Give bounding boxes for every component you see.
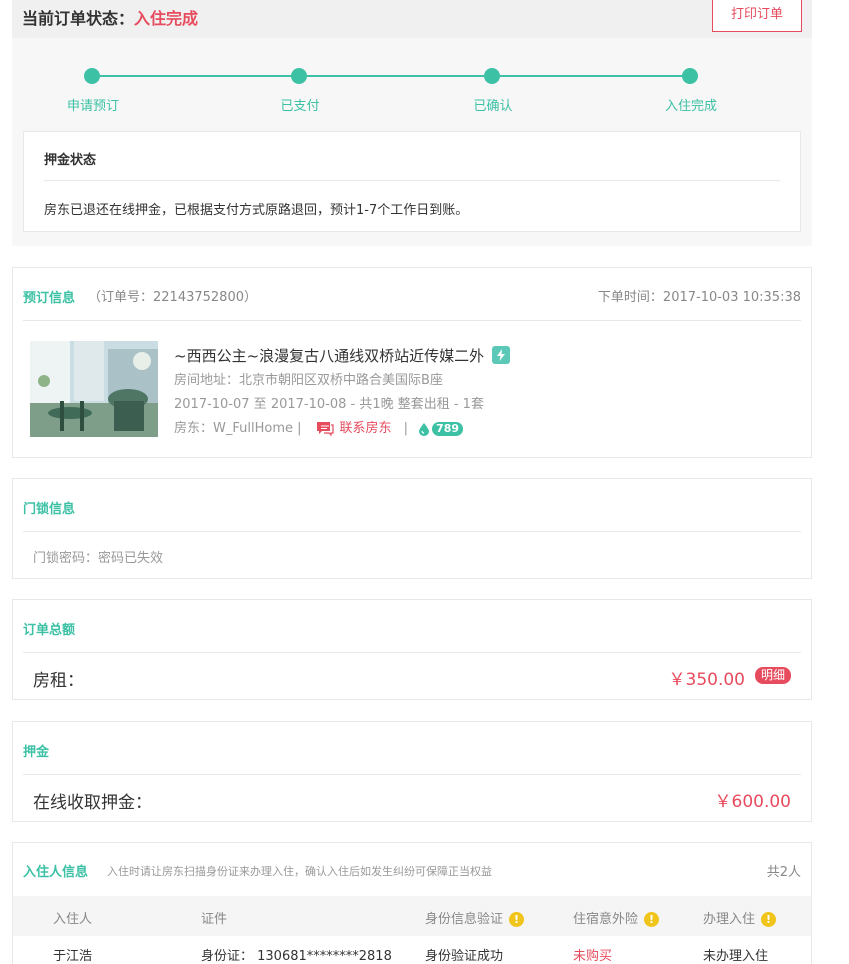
order-progress-panel: 申请预订 已支付 已确认 入住完成 押金状态 房东已退还在线押金，已根据支付方式… bbox=[12, 38, 812, 246]
guest-info-card: 入住人信息 入住时请让房东扫描身份证来办理入住，确认入住后如发生纠纷可保障正当权… bbox=[12, 842, 812, 964]
chat-icon[interactable] bbox=[316, 421, 334, 437]
guest-info-title: 入住人信息 bbox=[23, 865, 89, 880]
guest-count: 共2人 bbox=[766, 865, 801, 880]
separator: | bbox=[403, 421, 409, 436]
guest-id: 身份证： 130681********2818 bbox=[201, 949, 392, 964]
host-name: 房东：W_FullHome | bbox=[174, 421, 302, 436]
col-guest: 入住人 bbox=[53, 912, 93, 927]
booking-info-card: 预订信息 （订单号：22143752800） 下单时间：2017-10-03 1… bbox=[12, 267, 812, 458]
order-number: （订单号：22143752800） bbox=[88, 290, 257, 305]
water-drop-icon bbox=[418, 422, 430, 436]
booking-info-title: 预订信息 bbox=[23, 291, 76, 306]
guest-name: 于江浩 bbox=[53, 949, 93, 964]
deposit-card: 押金 在线收取押金： ￥600.00 bbox=[12, 721, 812, 822]
guest-verify-status: 身份验证成功 bbox=[425, 949, 504, 964]
divider bbox=[23, 531, 801, 532]
guest-insurance-status[interactable]: 未购买 bbox=[573, 945, 612, 964]
room-name-text[interactable]: ~西西公主~浪漫复古八通线双桥站近传媒二外 bbox=[174, 347, 484, 365]
stay-dates: 2017-10-07 至 2017-10-08 - 共1晚 整套出租 - 1套 bbox=[174, 397, 484, 412]
step-dot-1 bbox=[84, 68, 100, 84]
divider bbox=[44, 180, 780, 181]
col-insurance: 住宿意外险! bbox=[573, 908, 660, 927]
info-icon[interactable]: ! bbox=[509, 912, 525, 927]
guest-checkin-status: 未办理入住 bbox=[703, 949, 769, 964]
deposit-label: 在线收取押金： bbox=[33, 793, 152, 813]
step-label-completed: 入住完成 bbox=[664, 99, 718, 114]
col-verify: 身份信息验证! bbox=[425, 908, 525, 927]
host-row: 房东：W_FullHome | 联系房东 | 789 bbox=[174, 417, 464, 437]
room-thumbnail[interactable] bbox=[30, 341, 158, 437]
order-status-label: 当前订单状态： bbox=[22, 9, 135, 28]
order-total-card: 订单总额 房租： ￥350.00 明细 bbox=[12, 599, 812, 700]
deposit-title: 押金 bbox=[23, 745, 50, 760]
deposit-status-text: 房东已退还在线押金，已根据支付方式原路退回，预计1-7个工作日到账。 bbox=[44, 203, 469, 218]
col-checkin: 办理入住! bbox=[703, 908, 777, 927]
rent-amount: ￥350.00 bbox=[668, 670, 745, 690]
order-status-title: 当前订单状态：入住完成 bbox=[22, 5, 198, 29]
room-address: 房间地址：北京市朝阳区双桥中路合美国际B座 bbox=[174, 373, 443, 388]
deposit-status-box: 押金状态 房东已退还在线押金，已根据支付方式原路退回，预计1-7个工作日到账。 bbox=[23, 131, 801, 232]
divider bbox=[23, 774, 801, 775]
col-insurance-label: 住宿意外险 bbox=[573, 912, 639, 927]
door-lock-title: 门锁信息 bbox=[23, 502, 76, 517]
progress-line bbox=[92, 75, 692, 77]
step-dot-2 bbox=[291, 68, 307, 84]
guest-table-header: 入住人 证件 身份信息验证! 住宿意外险! 办理入住! bbox=[13, 896, 811, 936]
step-label-paid: 已支付 bbox=[280, 99, 320, 114]
order-total-title: 订单总额 bbox=[23, 623, 76, 638]
step-dot-4 bbox=[682, 68, 698, 84]
col-verify-label: 身份信息验证 bbox=[425, 912, 504, 927]
step-label-confirmed: 已确认 bbox=[473, 99, 513, 114]
col-id: 证件 bbox=[201, 912, 228, 927]
instant-booking-icon bbox=[492, 345, 511, 364]
divider bbox=[23, 320, 801, 321]
door-lock-password: 门锁密码：密码已失效 bbox=[33, 551, 164, 566]
order-time: 下单时间：2017-10-03 10:35:38 bbox=[597, 290, 801, 305]
deposit-status-title: 押金状态 bbox=[44, 153, 97, 168]
price-detail-button[interactable]: 明细 bbox=[754, 667, 791, 684]
contact-host-link[interactable]: 联系房东 bbox=[340, 421, 392, 436]
order-status-bar: 当前订单状态：入住完成 打印订单 bbox=[12, 0, 812, 38]
info-icon[interactable]: ! bbox=[761, 912, 777, 927]
room-name-link[interactable]: ~西西公主~浪漫复古八通线双桥站近传媒二外 bbox=[174, 345, 511, 366]
print-order-button[interactable]: 打印订单 bbox=[712, 0, 802, 32]
order-status-value: 入住完成 bbox=[134, 9, 199, 28]
rent-label: 房租： bbox=[33, 671, 84, 691]
progress-track bbox=[84, 68, 698, 84]
divider bbox=[23, 652, 801, 653]
guest-info-hint: 入住时请让房东扫描身份证来办理入住，确认入住后如发生纠纷可保障正当权益 bbox=[107, 865, 492, 878]
deposit-amount: ￥600.00 bbox=[714, 792, 791, 812]
step-label-apply: 申请预订 bbox=[66, 99, 120, 114]
info-icon[interactable]: ! bbox=[644, 912, 660, 927]
step-dot-3 bbox=[484, 68, 500, 84]
host-score-badge: 789 bbox=[432, 421, 464, 436]
order-detail-page: 当前订单状态：入住完成 打印订单 申请预订 已支付 已确认 入住完成 押金状态 … bbox=[12, 0, 812, 964]
col-checkin-label: 办理入住 bbox=[703, 912, 756, 927]
door-lock-card: 门锁信息 门锁密码：密码已失效 bbox=[12, 478, 812, 579]
